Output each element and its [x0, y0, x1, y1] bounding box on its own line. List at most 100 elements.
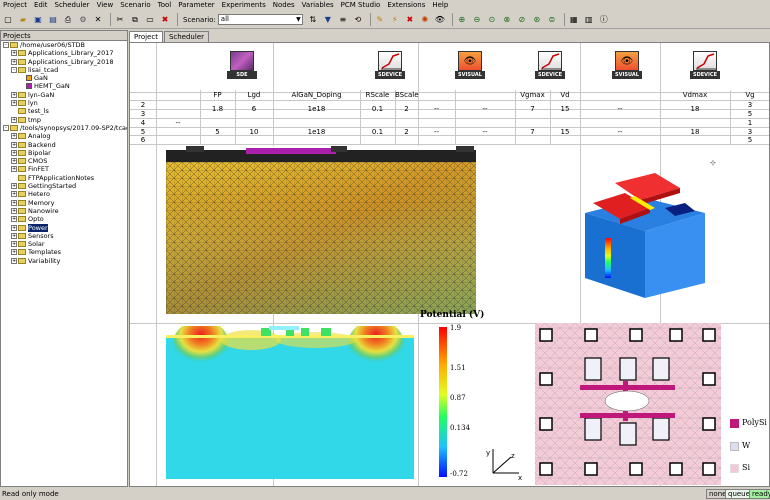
menu-project[interactable]: Project — [3, 0, 27, 11]
table-cell[interactable]: -- — [455, 128, 515, 136]
expand-icon[interactable]: + — [11, 141, 17, 148]
table-cell[interactable]: 5 — [730, 110, 769, 118]
delete-icon[interactable]: ✖ — [159, 14, 171, 26]
table-cell[interactable]: -- — [418, 128, 455, 136]
zoom-width-icon[interactable]: ⊛ — [531, 14, 543, 26]
tab-project[interactable]: Project — [129, 31, 163, 42]
menu-experiments[interactable]: Experiments — [222, 0, 266, 11]
reset-icon[interactable]: ⟲ — [352, 14, 364, 26]
tree-item[interactable]: - /home/user06/STDB — [1, 41, 127, 49]
paste-icon[interactable]: ▭ — [144, 14, 156, 26]
abort-icon[interactable]: ✕ — [92, 14, 104, 26]
tool-sdevice-3[interactable]: SDEVICE — [690, 51, 720, 79]
tree-item[interactable]: + GettingStarted — [1, 182, 127, 190]
expand-icon[interactable]: + — [11, 158, 17, 165]
filter-icon[interactable]: ▼ — [322, 14, 334, 26]
tree-item[interactable]: + Applications_Library_2018 — [1, 58, 127, 66]
preferences-icon[interactable]: ⚙ — [77, 14, 89, 26]
table-cell[interactable]: 7 — [515, 128, 550, 136]
menu-variables[interactable]: Variables — [302, 0, 334, 11]
print-icon[interactable]: ⎙ — [62, 14, 74, 26]
table-cell[interactable]: -- — [455, 105, 515, 113]
visualize-icon[interactable]: 👁 — [434, 14, 446, 26]
table-cell[interactable]: -- — [156, 119, 200, 127]
collapse-icon[interactable]: - — [3, 42, 9, 48]
table-cell[interactable]: 15 — [550, 128, 580, 136]
tree-item[interactable]: + tmp — [1, 116, 127, 124]
column-header-vdmax[interactable]: Vdmax — [660, 91, 730, 99]
column-header-rscale[interactable]: RScale — [360, 91, 395, 99]
menu-tool[interactable]: Tool — [158, 0, 172, 11]
menu-pcm-studio[interactable]: PCM Studio — [341, 0, 381, 11]
collapse-icon[interactable]: - — [11, 66, 17, 73]
table-cell[interactable]: 0.1 — [360, 128, 395, 136]
menu-help[interactable]: Help — [432, 0, 448, 11]
expand-icon[interactable]: + — [11, 149, 17, 156]
stop-icon[interactable]: ✖ — [404, 14, 416, 26]
tree-item[interactable]: + Solar — [1, 240, 127, 248]
tool-sdevice-1[interactable]: SDEVICE — [375, 51, 405, 79]
table-cell[interactable]: 18 — [660, 105, 730, 113]
copy-icon[interactable]: ⧉ — [129, 14, 141, 26]
table-cell[interactable]: 3 — [730, 128, 769, 136]
tree-item[interactable]: + Bipolar — [1, 149, 127, 157]
tree-item[interactable]: + Sensors — [1, 232, 127, 240]
tree-item[interactable]: + lyn-GaN — [1, 91, 127, 99]
run-icon[interactable]: ⚡ — [389, 14, 401, 26]
tree-item[interactable]: + Analog — [1, 132, 127, 140]
tree-item[interactable]: + Applications_Library_2017 — [1, 49, 127, 57]
tree-item[interactable]: + Backend — [1, 141, 127, 149]
menu-parameter[interactable]: Parameter — [178, 0, 214, 11]
table-cell[interactable]: 2 — [395, 128, 418, 136]
table-cell[interactable]: -- — [580, 105, 660, 113]
table-cell[interactable]: 5 — [200, 128, 235, 136]
tree-item[interactable]: - /tools/synopsys/2017.09-SP2/tcad — [1, 124, 127, 132]
expand-icon[interactable]: + — [11, 166, 17, 173]
menu-scenario[interactable]: Scenario — [120, 0, 150, 11]
column-header-vd[interactable]: Vd — [550, 91, 580, 99]
table-cell[interactable]: 1e18 — [273, 128, 360, 136]
column-header-bscale[interactable]: BScale — [395, 91, 419, 99]
save-icon[interactable]: ▣ — [32, 14, 44, 26]
tool-svisual-2[interactable]: 👁 SVISUAL — [612, 51, 642, 79]
zoom-out-icon[interactable]: ⊖ — [471, 14, 483, 26]
tree-item[interactable]: GaN — [1, 74, 127, 82]
table-cell[interactable]: 1 — [730, 119, 769, 127]
column-header-vgmax[interactable]: Vgmax — [515, 91, 550, 99]
info-icon[interactable]: ⓘ — [598, 14, 610, 26]
table-cell[interactable]: 7 — [515, 105, 550, 113]
zoom-reset-icon[interactable]: ⊗ — [501, 14, 513, 26]
save-as-icon[interactable]: ▤ — [47, 14, 59, 26]
expand-icon[interactable]: + — [11, 58, 17, 65]
table-cell[interactable]: -- — [418, 105, 455, 113]
column-header-fp[interactable]: FP — [200, 91, 235, 99]
expand-icon[interactable]: + — [11, 224, 17, 231]
expand-icon[interactable]: + — [11, 133, 17, 140]
tree-item[interactable]: + lyn — [1, 99, 127, 107]
tree-item[interactable]: + Memory — [1, 199, 127, 207]
scenario-select[interactable]: all ▼ — [217, 14, 303, 25]
expand-icon[interactable]: + — [11, 100, 17, 107]
clean-icon[interactable]: ✺ — [419, 14, 431, 26]
table-view-icon[interactable]: ▦ — [568, 14, 580, 26]
expand-icon[interactable]: + — [11, 183, 17, 190]
menu-scheduler[interactable]: Scheduler — [55, 0, 90, 11]
expand-icon[interactable]: + — [11, 232, 17, 239]
table-cell[interactable]: 5 — [730, 136, 769, 144]
table-cell[interactable]: 2 — [395, 105, 418, 113]
tool-sdevice-2[interactable]: SDEVICE — [535, 51, 565, 79]
table-cell[interactable]: 1.8 — [200, 105, 235, 113]
tree-item[interactable]: FTPApplicationNotes — [1, 174, 127, 182]
tree-item[interactable]: + Power — [1, 223, 127, 232]
table-cell[interactable]: 1e18 — [273, 105, 360, 113]
tree-item[interactable]: + Nanowire — [1, 207, 127, 215]
expand-icon[interactable]: + — [11, 116, 17, 123]
tree-item[interactable]: test_ls — [1, 107, 127, 115]
open-project-icon[interactable]: ▰ — [17, 14, 29, 26]
expand-icon[interactable]: + — [11, 257, 17, 264]
expand-icon[interactable]: + — [11, 216, 17, 223]
column-header-lgd[interactable]: Lgd — [235, 91, 273, 99]
tree-item[interactable]: HEMT_GaN — [1, 82, 127, 90]
expand-icon[interactable]: + — [11, 249, 17, 256]
zoom-height-icon[interactable]: ⊜ — [546, 14, 558, 26]
